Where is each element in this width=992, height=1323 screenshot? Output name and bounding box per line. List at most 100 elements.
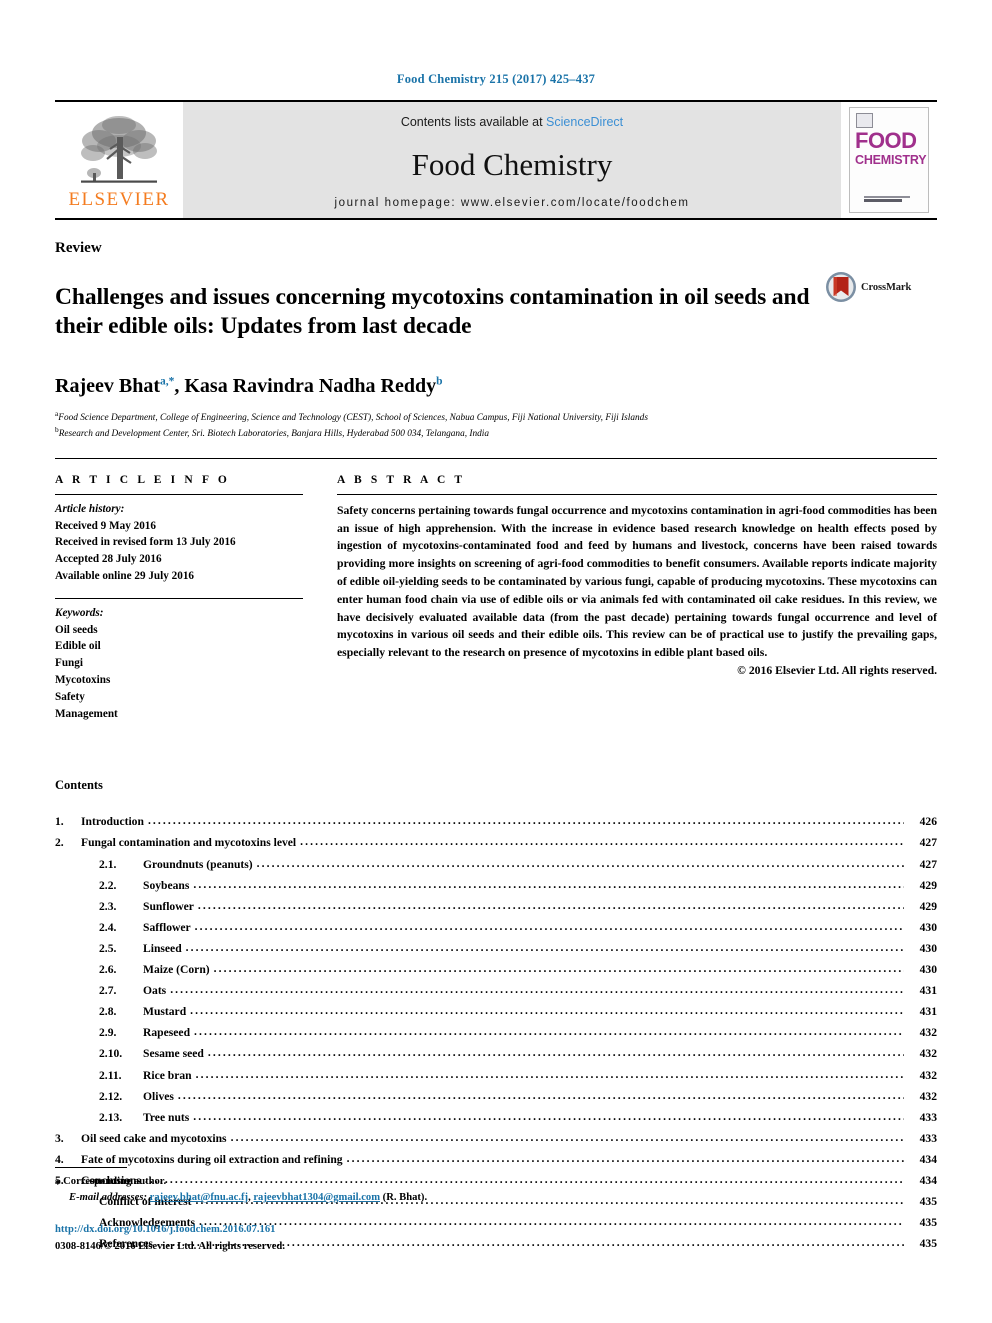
author-2: Kasa Ravindra Nadha Reddyb: [184, 375, 442, 397]
toc-entry-number: 1.: [55, 815, 64, 829]
toc-entry[interactable]: 2. Fungal contamination and mycotoxins le…: [55, 832, 937, 853]
toc-entry-label: Rice bran: [143, 1068, 192, 1082]
toc-dot-leader: ........................................…: [194, 919, 904, 933]
author-separator: ,: [174, 374, 185, 397]
email-link-secondary[interactable]: rajeevbhat1304@gmail.com: [253, 1192, 380, 1203]
journal-article-first-page: Food Chemistry 215 (2017) 425–437 ELSEVI…: [0, 0, 992, 1323]
history-online: Available online 29 July 2016: [55, 570, 195, 582]
elsevier-tree-icon: [81, 116, 157, 183]
toc-entry-label: Tree nuts: [143, 1110, 190, 1124]
sciencedirect-link[interactable]: ScienceDirect: [546, 115, 623, 129]
author-1-name: Rajeev Bhat: [55, 374, 160, 397]
toc-entry-number: 2.11.: [99, 1068, 122, 1082]
toc-entry-page: 430: [919, 963, 937, 977]
toc-dot-leader: ........................................…: [230, 1130, 904, 1144]
toc-entry[interactable]: 2.13. Tree nuts..........................…: [55, 1107, 937, 1128]
keyword-item: Edible oil: [55, 640, 101, 653]
toc-entry-label: Maize (Corn): [143, 963, 210, 977]
toc-entry-number: 3.: [55, 1131, 64, 1145]
toc-entry-label: Introduction: [81, 815, 144, 829]
crossmark-icon: [826, 272, 856, 302]
author-2-marks[interactable]: b: [436, 375, 442, 387]
toc-entry[interactable]: 2.10. Sesame seed........................…: [55, 1043, 937, 1064]
toc-entry-number: 2.10.: [99, 1047, 123, 1061]
toc-entry[interactable]: 3. Oil seed cake and mycotoxins..........…: [55, 1128, 937, 1149]
toc-entry-label: Oats: [143, 984, 167, 998]
toc-entry-label: Olives: [143, 1089, 174, 1103]
toc-entry-label: Soybeans: [143, 878, 190, 892]
article-history-label: Article history:: [55, 502, 125, 515]
author-1-marks[interactable]: a,*: [160, 375, 174, 387]
journal-homepage[interactable]: journal homepage: www.elsevier.com/locat…: [335, 197, 690, 209]
author-2-name: Kasa Ravindra Nadha Reddy: [184, 374, 437, 397]
toc-entry-number: 2.13.: [99, 1110, 123, 1124]
toc-entry[interactable]: 2.6. Maize (Corn)........................…: [55, 959, 937, 980]
elsevier-wordmark: ELSEVIER: [68, 189, 170, 210]
toc-entry[interactable]: 2.11. Rice bran..........................…: [55, 1065, 937, 1086]
doi-link[interactable]: http://dx.doi.org/10.1016/j.foodchem.201…: [55, 1222, 615, 1238]
toc-entry[interactable]: 2.1. Groundnuts (peanuts)................…: [55, 854, 937, 875]
running-head: Food Chemistry 215 (2017) 425–437: [396, 72, 596, 86]
toc-entry-page: 434: [919, 1152, 937, 1166]
affiliation-a-text: Food Science Department, College of Engi…: [58, 412, 648, 423]
crossmark-badge[interactable]: CrossMark: [825, 271, 911, 303]
email-note: E-mail addresses: rajeev.bhat@fnu.ac.fj,…: [55, 1190, 615, 1206]
corresponding-author-marker: ⁎: [55, 1175, 61, 1188]
history-received: Received 9 May 2016: [55, 519, 156, 532]
toc-dot-leader: ........................................…: [194, 1025, 904, 1039]
toc-entry[interactable]: 2.12. Olives.............................…: [55, 1086, 937, 1107]
abstract-column: A B S T R A C T Safety concerns pertaini…: [337, 474, 937, 723]
email-label: E-mail addresses:: [69, 1192, 147, 1204]
toc-entry[interactable]: 2.2. Soybeans............................…: [55, 875, 937, 896]
toc-entry-page: 429: [919, 899, 937, 913]
toc-dot-leader: ........................................…: [193, 1109, 904, 1123]
toc-entry-page: 434: [919, 1173, 937, 1187]
keyword-item: Management: [55, 707, 118, 720]
toc-dot-leader: ........................................…: [197, 898, 904, 912]
toc-dot-leader: ........................................…: [190, 1004, 904, 1018]
article-info-heading: A R T I C L E I N F O: [55, 473, 230, 486]
abstract-text: Safety concerns pertaining towards funga…: [337, 503, 937, 660]
toc-dot-leader: ........................................…: [195, 1067, 904, 1081]
issn-copyright: 0308-8146/© 2016 Elsevier Ltd. All right…: [55, 1240, 285, 1252]
elsevier-logo: ELSEVIER: [55, 102, 183, 218]
keyword-item: Safety: [55, 690, 85, 703]
toc-entry-label: Linseed: [143, 941, 182, 955]
keyword-item: Fungi: [55, 657, 83, 670]
toc-entry-label: Fungal contamination and mycotoxins leve…: [81, 836, 297, 850]
article-type: Review: [55, 240, 102, 256]
toc-dot-leader: ........................................…: [170, 983, 904, 997]
author-list: Rajeev Bhata,*, Kasa Ravindra Nadha Redd…: [55, 374, 937, 398]
toc-entry-number: 2.5.: [99, 941, 117, 955]
toc-entry-label: Groundnuts (peanuts): [143, 857, 253, 871]
toc-dot-leader: ........................................…: [177, 1088, 904, 1102]
toc-entry-page: 429: [919, 878, 937, 892]
toc-dot-leader: ........................................…: [185, 940, 904, 954]
toc-entry-page: 427: [919, 857, 937, 871]
title-row: Challenges and issues concerning mycotox…: [55, 267, 937, 358]
toc-entry-page: 432: [919, 1047, 937, 1061]
toc-entry-label: Mustard: [143, 1005, 187, 1019]
toc-dot-leader: ........................................…: [193, 877, 904, 891]
footnotes-block: ⁎ Corresponding author. E-mail addresses…: [55, 1167, 615, 1255]
toc-entry[interactable]: 2.3. Sunflower...........................…: [55, 896, 937, 917]
toc-entry[interactable]: 1. Introduction..........................…: [55, 811, 937, 832]
toc-entry[interactable]: 2.4. Safflower...........................…: [55, 917, 937, 938]
contents-heading: Contents: [55, 778, 103, 793]
email-link-primary[interactable]: rajeev.bhat@fnu.ac.fj: [150, 1192, 248, 1203]
toc-entry-number: 2.4.: [99, 920, 117, 934]
toc-entry-page: 427: [919, 836, 937, 850]
footnote-rule: [55, 1167, 127, 1169]
toc-entry-page: 431: [919, 1005, 937, 1019]
toc-dot-leader: ........................................…: [256, 856, 904, 870]
toc-entry[interactable]: 2.5. Linseed.............................…: [55, 938, 937, 959]
toc-entry[interactable]: 2.9. Rapeseed............................…: [55, 1022, 937, 1043]
cover-footer-lines: [864, 196, 918, 203]
toc-entry[interactable]: 2.8. Mustard.............................…: [55, 1001, 937, 1022]
doi-block: http://dx.doi.org/10.1016/j.foodchem.201…: [55, 1222, 615, 1255]
corresponding-author-text: Corresponding author.: [63, 1176, 167, 1188]
toc-entry-page: 431: [919, 984, 937, 998]
cover-title-line2: CHEMISTRY: [855, 153, 927, 167]
toc-dot-leader: ........................................…: [147, 814, 904, 828]
toc-entry[interactable]: 2.7. Oats................................…: [55, 980, 937, 1001]
